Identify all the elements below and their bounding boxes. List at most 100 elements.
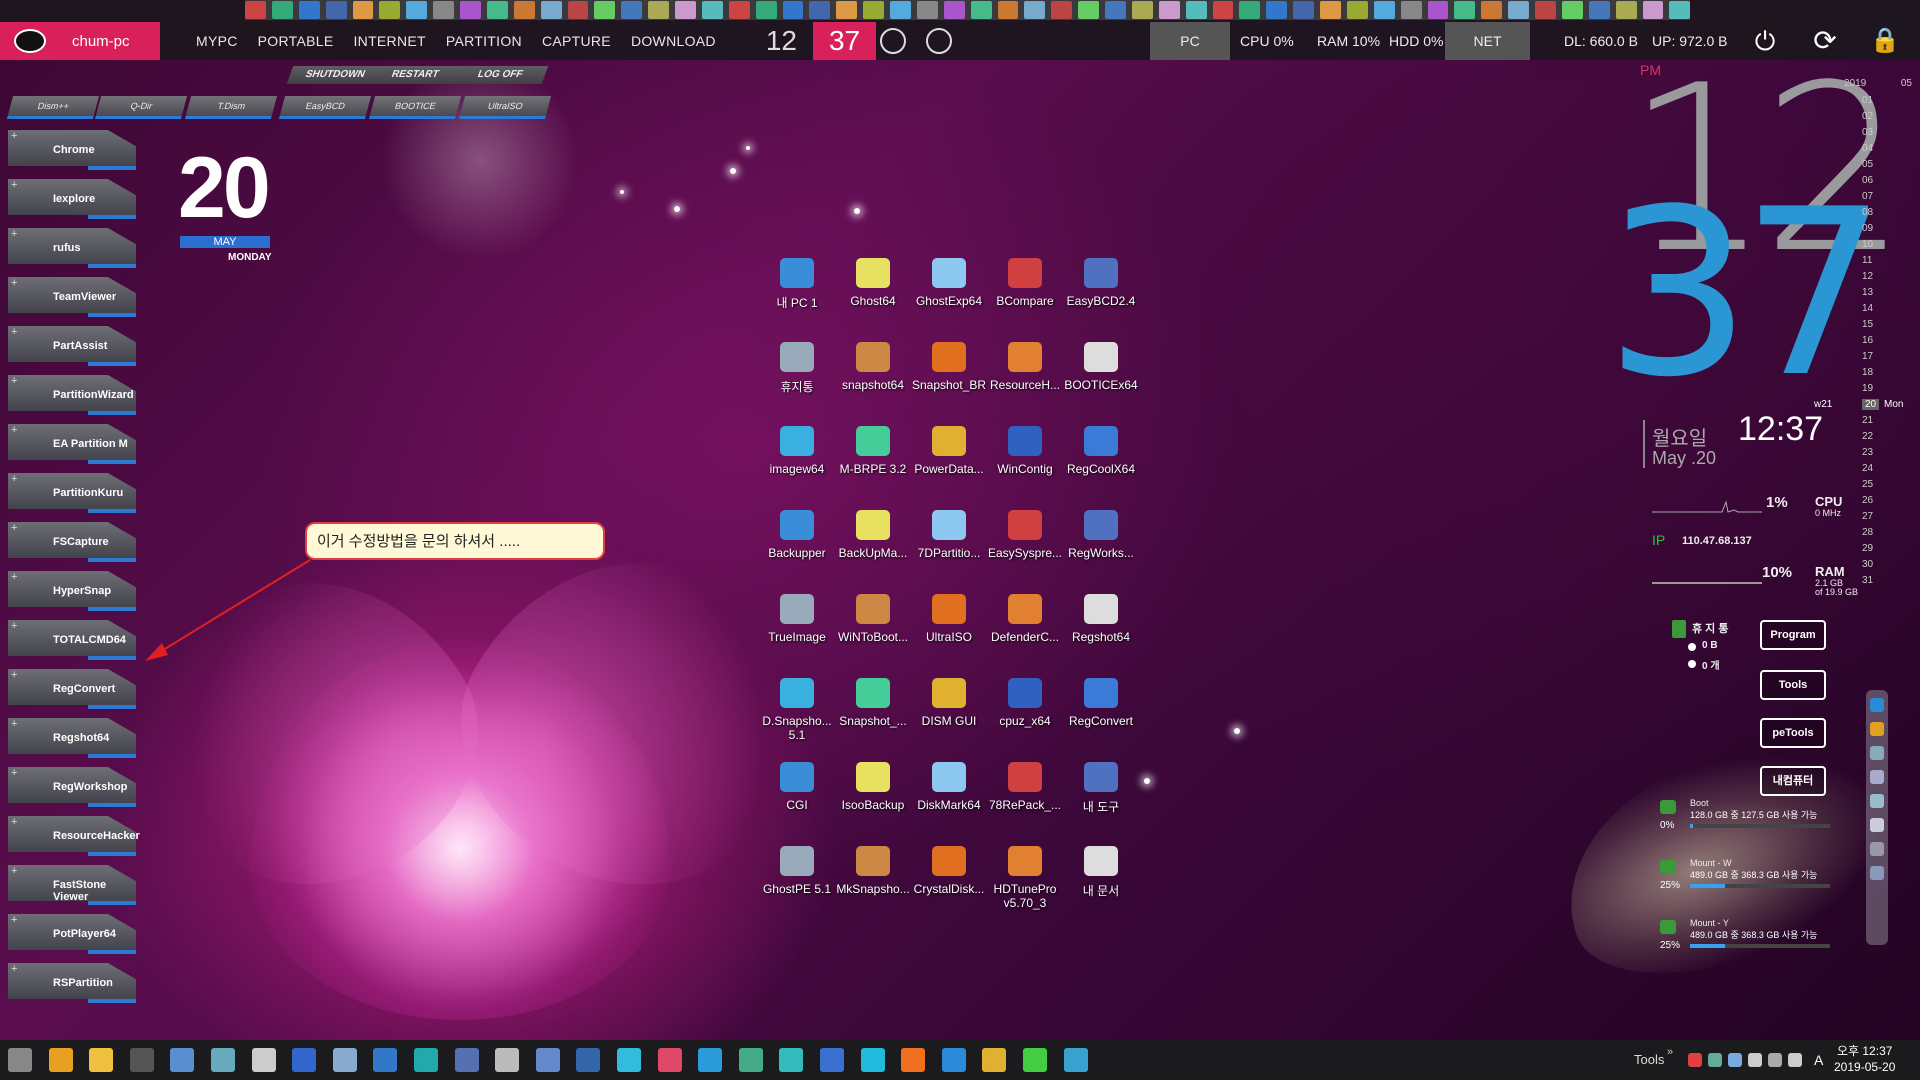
volume-icon[interactable] [576,1048,601,1072]
quick-launch-icon[interactable] [916,1,938,19]
app-icon[interactable] [820,1048,844,1072]
quick-launch-icon[interactable] [352,1,374,19]
quick-launch-icon[interactable] [1669,1,1691,19]
quick-launch-icon[interactable] [1481,1,1503,19]
ie-icon[interactable] [1870,698,1884,712]
desktop-icon[interactable]: Backupper [758,510,836,560]
tray-icon[interactable] [1708,1053,1722,1067]
desktop-icon[interactable]: Snapshot_... [834,678,912,728]
quick-launch-icon[interactable] [1346,1,1368,19]
desktop-icon[interactable]: UltraISO [910,594,988,644]
desktop-icon[interactable]: Snapshot_BR [910,342,988,392]
quick-launch-icon[interactable] [1266,1,1288,19]
app-icon[interactable] [535,1048,560,1072]
quick-launch-icon[interactable] [567,1,589,19]
logoff-button[interactable]: LOG OFF [451,66,549,84]
tray-icon[interactable] [1768,1053,1782,1067]
launcher-item[interactable]: + PartitionWizard [8,375,136,415]
launcher-item[interactable]: + TOTALCMD64 [8,620,136,660]
menu-download[interactable]: DOWNLOAD [631,33,716,49]
launcher-item[interactable]: + Chrome [8,130,136,170]
quick-launch-icon[interactable] [997,1,1019,19]
quick-launch-icon[interactable] [890,1,911,19]
app-icon[interactable] [1063,1048,1088,1072]
app-icon[interactable] [698,1048,723,1072]
desktop-icon[interactable]: EasySyspre... [986,510,1064,560]
app-icon[interactable] [738,1048,763,1072]
firefox-icon[interactable] [901,1048,926,1072]
desktop-icon[interactable]: Regshot64 [1062,594,1140,644]
desktop-icon[interactable]: BOOTICEx64 [1062,342,1140,392]
desktop-icon[interactable]: CGI [758,762,836,812]
chrome-icon[interactable] [982,1048,1007,1072]
app-icon[interactable] [454,1048,479,1072]
quick-launch-icon[interactable] [1508,1,1529,19]
quick-launch-icon[interactable] [755,1,777,19]
desktop-icon[interactable]: RegConvert [1062,678,1140,728]
quick-launch-icon[interactable] [1427,1,1449,19]
tool-icon[interactable] [1870,818,1884,832]
launcher-item[interactable]: + PartitionKuru [8,473,136,513]
desktop-icon[interactable]: HDTunePro v5.70_3 [986,846,1064,910]
launcher-item[interactable]: + FastStone Viewer [8,865,136,905]
quick-launch-icon[interactable] [298,1,320,19]
quick-launch-icon[interactable] [1615,1,1637,19]
quick-launch-icon[interactable] [728,1,750,19]
app-icon[interactable] [414,1048,438,1072]
quick-launch-icon[interactable] [1024,1,1046,19]
quick-launch-icon[interactable] [271,1,293,19]
launcher-item[interactable]: + EA Partition M [8,424,136,464]
clover-icon[interactable] [1023,1048,1047,1072]
desktop-icon[interactable]: MkSnapsho... [834,846,912,896]
user-icon[interactable] [1870,866,1884,880]
menu-capture[interactable]: CAPTURE [542,33,611,49]
quick-launch-icon[interactable] [325,1,347,19]
menu-internet[interactable]: INTERNET [353,33,425,49]
desktop-icon[interactable]: 78RePack_... [986,762,1064,812]
menu-portable[interactable]: PORTABLE [258,33,334,49]
launcher-item[interactable]: + RegWorkshop [8,767,136,807]
drive-item[interactable]: Mount - Y 489.0 GB 중 368.3 GB 사용 가능 25% [1660,918,1840,951]
folder-icon[interactable] [89,1048,114,1072]
launcher-item[interactable]: + PartAssist [8,326,136,366]
app-icon[interactable] [251,1048,276,1072]
quick-launch-icon[interactable] [621,1,643,19]
folder-icon[interactable] [1870,746,1884,760]
quick-launch-icon[interactable] [1535,1,1556,19]
tools-button[interactable]: Tools [1760,670,1826,700]
desktop-icon[interactable]: CrystalDisk... [910,846,988,896]
desktop-icon[interactable]: ResourceH... [986,342,1064,392]
chrome-icon[interactable] [1870,722,1884,736]
desktop-icon[interactable]: GhostPE 5.1 [758,846,836,896]
tray-icon[interactable] [1788,1053,1802,1067]
quick-launch-icon[interactable] [836,1,858,19]
quick-launch-icon[interactable] [1293,1,1314,19]
quick-launch-icon[interactable] [1239,1,1261,19]
quick-launch-icon[interactable] [245,1,266,19]
quick-launch-icon[interactable] [594,1,616,19]
wifi-icon[interactable] [657,1048,682,1072]
quick-launch-icon[interactable] [1212,1,1234,19]
settings-icon[interactable] [1870,842,1884,856]
desktop-icon[interactable]: 7DPartitio... [910,510,988,560]
launcher-item[interactable]: + rufus [8,228,136,268]
quick-tool-tdism[interactable]: T.Dism [184,96,278,119]
petools-button[interactable]: peTools [1760,718,1826,748]
quick-launch-icon[interactable] [1400,1,1422,19]
launcher-item[interactable]: + Regshot64 [8,718,136,758]
quick-launch-icon[interactable] [406,1,428,19]
quick-tool-dism[interactable]: Dism++ [6,96,100,119]
quick-launch-icon[interactable] [1105,1,1126,19]
quick-launch-icon[interactable] [433,1,454,19]
quick-launch-icon[interactable] [460,1,481,19]
mail-icon[interactable] [926,28,952,54]
desktop-icon[interactable]: PowerData... [910,426,988,476]
launcher-item[interactable]: + HyperSnap [8,571,136,611]
recycle-bin-icon[interactable] [1672,620,1686,638]
menu-partition[interactable]: PARTITION [446,33,522,49]
app-icon[interactable] [211,1048,235,1072]
quick-launch-icon[interactable] [1131,1,1153,19]
desktop-icon[interactable]: WinContig [986,426,1064,476]
quick-tool-bootice[interactable]: BOOTICE [368,96,462,119]
tray-clock[interactable]: 오후 12:37 2019-05-20 [1834,1043,1895,1075]
